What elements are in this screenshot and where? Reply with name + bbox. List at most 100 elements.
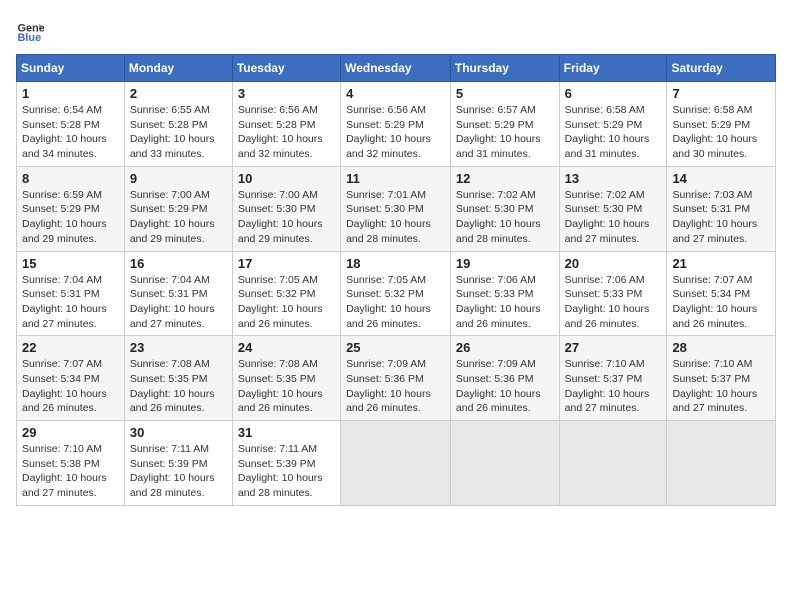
calendar-cell: 26 Sunrise: 7:09 AM Sunset: 5:36 PM Dayli… (450, 336, 559, 421)
calendar-cell: 29 Sunrise: 7:10 AM Sunset: 5:38 PM Dayli… (17, 421, 125, 506)
day-number: 16 (130, 256, 227, 271)
day-number: 8 (22, 171, 119, 186)
calendar-cell: 30 Sunrise: 7:11 AM Sunset: 5:39 PM Dayli… (124, 421, 232, 506)
day-info: Sunrise: 6:58 AM Sunset: 5:29 PM Dayligh… (565, 103, 662, 162)
day-number: 6 (565, 86, 662, 101)
calendar-week-row: 29 Sunrise: 7:10 AM Sunset: 5:38 PM Dayli… (17, 421, 776, 506)
calendar-cell: 10 Sunrise: 7:00 AM Sunset: 5:30 PM Dayli… (232, 166, 340, 251)
calendar-cell: 27 Sunrise: 7:10 AM Sunset: 5:37 PM Dayli… (559, 336, 667, 421)
day-number: 10 (238, 171, 335, 186)
calendar-cell: 14Sunrise: 7:03 AM Sunset: 5:31 PM Dayli… (667, 166, 776, 251)
weekday-header: Thursday (450, 55, 559, 82)
calendar-cell: 19 Sunrise: 7:06 AM Sunset: 5:33 PM Dayli… (450, 251, 559, 336)
day-number: 30 (130, 425, 227, 440)
day-number: 22 (22, 340, 119, 355)
calendar-cell (450, 421, 559, 506)
weekday-header: Tuesday (232, 55, 340, 82)
day-info: Sunrise: 6:59 AM Sunset: 5:29 PM Dayligh… (22, 188, 119, 247)
calendar-week-row: 22 Sunrise: 7:07 AM Sunset: 5:34 PM Dayli… (17, 336, 776, 421)
day-info: Sunrise: 7:06 AM Sunset: 5:33 PM Dayligh… (565, 273, 662, 332)
calendar-cell (667, 421, 776, 506)
day-info: Sunrise: 7:06 AM Sunset: 5:33 PM Dayligh… (456, 273, 554, 332)
calendar-cell: 13 Sunrise: 7:02 AM Sunset: 5:30 PM Dayli… (559, 166, 667, 251)
weekday-header: Saturday (667, 55, 776, 82)
day-info: Sunrise: 7:02 AM Sunset: 5:30 PM Dayligh… (565, 188, 662, 247)
day-number: 5 (456, 86, 554, 101)
logo-icon: General Blue (16, 16, 44, 44)
day-info: Sunrise: 6:56 AM Sunset: 5:29 PM Dayligh… (346, 103, 445, 162)
calendar-body: 1 Sunrise: 6:54 AM Sunset: 5:28 PM Daylig… (17, 82, 776, 506)
day-info: Sunrise: 7:07 AM Sunset: 5:34 PM Dayligh… (22, 357, 119, 416)
calendar-cell (341, 421, 451, 506)
day-number: 15 (22, 256, 119, 271)
day-info: Sunrise: 6:55 AM Sunset: 5:28 PM Dayligh… (130, 103, 227, 162)
calendar-cell: 7Sunrise: 6:58 AM Sunset: 5:29 PM Daylig… (667, 82, 776, 167)
day-number: 3 (238, 86, 335, 101)
calendar-week-row: 15 Sunrise: 7:04 AM Sunset: 5:31 PM Dayli… (17, 251, 776, 336)
day-info: Sunrise: 7:09 AM Sunset: 5:36 PM Dayligh… (456, 357, 554, 416)
day-number: 24 (238, 340, 335, 355)
calendar-cell: 12 Sunrise: 7:02 AM Sunset: 5:30 PM Dayli… (450, 166, 559, 251)
day-info: Sunrise: 7:10 AM Sunset: 5:37 PM Dayligh… (565, 357, 662, 416)
day-number: 26 (456, 340, 554, 355)
day-number: 21 (672, 256, 770, 271)
calendar-cell: 22 Sunrise: 7:07 AM Sunset: 5:34 PM Dayli… (17, 336, 125, 421)
calendar-cell: 18Sunrise: 7:05 AM Sunset: 5:32 PM Dayli… (341, 251, 451, 336)
day-number: 27 (565, 340, 662, 355)
day-number: 7 (672, 86, 770, 101)
weekday-header: Friday (559, 55, 667, 82)
day-info: Sunrise: 7:04 AM Sunset: 5:31 PM Dayligh… (22, 273, 119, 332)
calendar-cell: 8 Sunrise: 6:59 AM Sunset: 5:29 PM Daylig… (17, 166, 125, 251)
calendar-week-row: 1 Sunrise: 6:54 AM Sunset: 5:28 PM Daylig… (17, 82, 776, 167)
day-number: 29 (22, 425, 119, 440)
weekday-header: Monday (124, 55, 232, 82)
day-number: 4 (346, 86, 445, 101)
day-number: 11 (346, 171, 445, 186)
day-number: 2 (130, 86, 227, 101)
calendar-cell: 28 Sunrise: 7:10 AM Sunset: 5:37 PM Dayli… (667, 336, 776, 421)
page-header: General Blue (16, 16, 776, 44)
svg-text:Blue: Blue (18, 32, 42, 44)
day-number: 20 (565, 256, 662, 271)
calendar-cell: 6 Sunrise: 6:58 AM Sunset: 5:29 PM Daylig… (559, 82, 667, 167)
day-number: 19 (456, 256, 554, 271)
day-info: Sunrise: 7:00 AM Sunset: 5:29 PM Dayligh… (130, 188, 227, 247)
day-number: 13 (565, 171, 662, 186)
day-info: Sunrise: 6:56 AM Sunset: 5:28 PM Dayligh… (238, 103, 335, 162)
calendar-cell: 20 Sunrise: 7:06 AM Sunset: 5:33 PM Dayli… (559, 251, 667, 336)
calendar-header: SundayMondayTuesdayWednesdayThursdayFrid… (17, 55, 776, 82)
day-info: Sunrise: 7:07 AM Sunset: 5:34 PM Dayligh… (672, 273, 770, 332)
day-info: Sunrise: 7:05 AM Sunset: 5:32 PM Dayligh… (238, 273, 335, 332)
day-number: 1 (22, 86, 119, 101)
day-info: Sunrise: 7:02 AM Sunset: 5:30 PM Dayligh… (456, 188, 554, 247)
day-info: Sunrise: 7:08 AM Sunset: 5:35 PM Dayligh… (130, 357, 227, 416)
calendar-cell: 9 Sunrise: 7:00 AM Sunset: 5:29 PM Daylig… (124, 166, 232, 251)
day-info: Sunrise: 7:10 AM Sunset: 5:37 PM Dayligh… (672, 357, 770, 416)
day-info: Sunrise: 7:11 AM Sunset: 5:39 PM Dayligh… (238, 442, 335, 501)
day-number: 17 (238, 256, 335, 271)
day-number: 28 (672, 340, 770, 355)
day-info: Sunrise: 6:54 AM Sunset: 5:28 PM Dayligh… (22, 103, 119, 162)
logo: General Blue (16, 16, 48, 44)
calendar-cell: 4 Sunrise: 6:56 AM Sunset: 5:29 PM Daylig… (341, 82, 451, 167)
calendar-cell: 5Sunrise: 6:57 AM Sunset: 5:29 PM Daylig… (450, 82, 559, 167)
calendar-cell: 23 Sunrise: 7:08 AM Sunset: 5:35 PM Dayli… (124, 336, 232, 421)
weekday-header: Sunday (17, 55, 125, 82)
calendar-cell: 31Sunrise: 7:11 AM Sunset: 5:39 PM Dayli… (232, 421, 340, 506)
day-info: Sunrise: 7:11 AM Sunset: 5:39 PM Dayligh… (130, 442, 227, 501)
weekday-header: Wednesday (341, 55, 451, 82)
calendar-cell: 2 Sunrise: 6:55 AM Sunset: 5:28 PM Daylig… (124, 82, 232, 167)
calendar-cell: 3 Sunrise: 6:56 AM Sunset: 5:28 PM Daylig… (232, 82, 340, 167)
day-info: Sunrise: 7:01 AM Sunset: 5:30 PM Dayligh… (346, 188, 445, 247)
day-number: 12 (456, 171, 554, 186)
weekday-header-row: SundayMondayTuesdayWednesdayThursdayFrid… (17, 55, 776, 82)
calendar-cell: 21 Sunrise: 7:07 AM Sunset: 5:34 PM Dayli… (667, 251, 776, 336)
day-info: Sunrise: 7:00 AM Sunset: 5:30 PM Dayligh… (238, 188, 335, 247)
day-info: Sunrise: 7:10 AM Sunset: 5:38 PM Dayligh… (22, 442, 119, 501)
calendar-cell: 11 Sunrise: 7:01 AM Sunset: 5:30 PM Dayli… (341, 166, 451, 251)
day-info: Sunrise: 7:04 AM Sunset: 5:31 PM Dayligh… (130, 273, 227, 332)
day-info: Sunrise: 7:09 AM Sunset: 5:36 PM Dayligh… (346, 357, 445, 416)
day-number: 9 (130, 171, 227, 186)
day-number: 23 (130, 340, 227, 355)
calendar-cell: 15 Sunrise: 7:04 AM Sunset: 5:31 PM Dayli… (17, 251, 125, 336)
